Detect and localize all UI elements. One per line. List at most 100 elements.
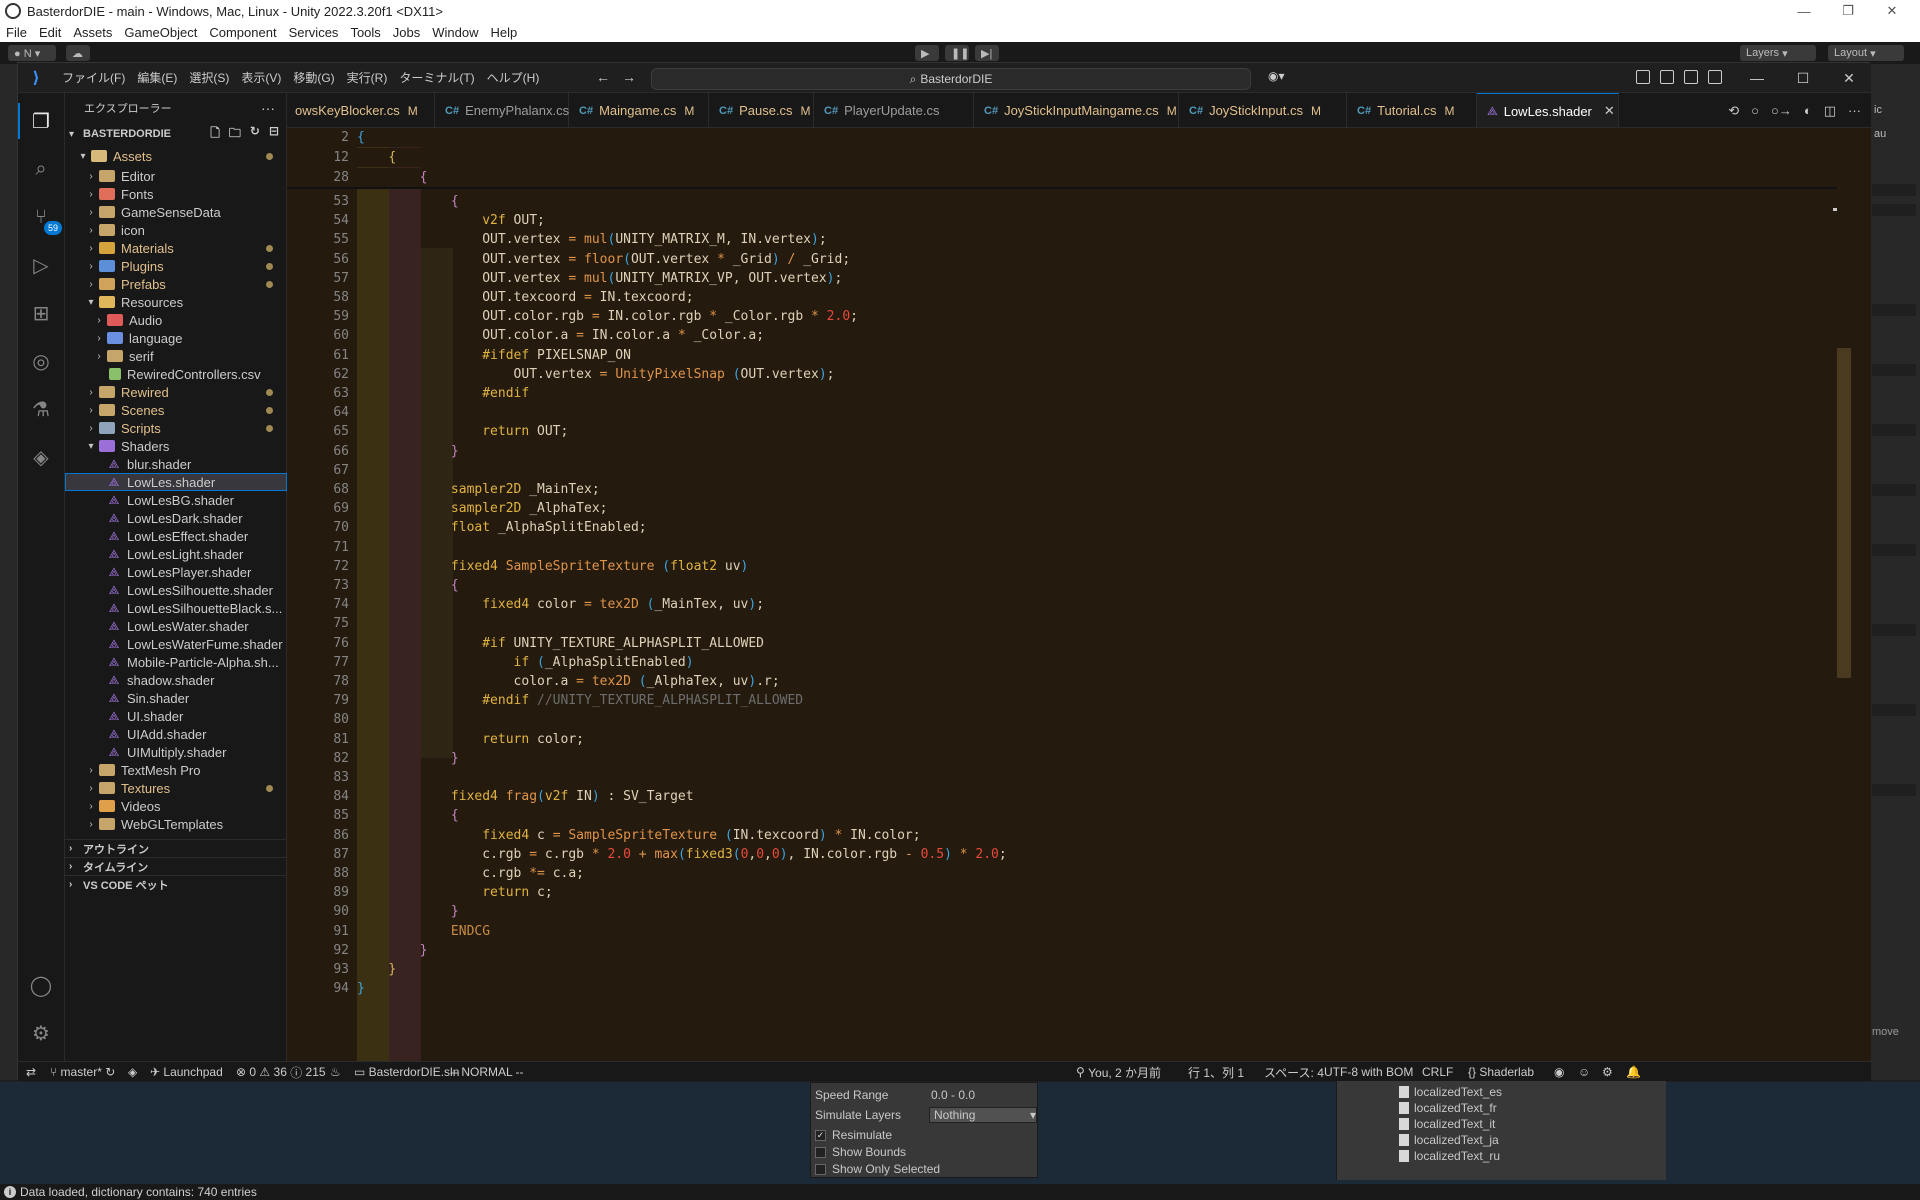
back-arrow-icon[interactable]: ← <box>596 69 610 85</box>
toggle-secondary-sidebar-icon[interactable] <box>1708 70 1722 84</box>
editor-tab[interactable]: C# JoyStickInput.cs M <box>1179 93 1347 127</box>
tree-item[interactable]: › Textures <box>65 779 287 797</box>
copilot-status-icon[interactable]: ◉ <box>1554 1062 1564 1082</box>
editor-tab[interactable]: ⟁ LowLes.shader ✕ <box>1477 93 1619 127</box>
toggle-primary-sidebar-icon[interactable] <box>1660 70 1674 84</box>
inspector-field[interactable] <box>1872 624 1916 636</box>
tree-item[interactable]: › TextMesh Pro <box>65 761 287 779</box>
layout-customize-icon[interactable] <box>1636 70 1650 84</box>
close-icon[interactable]: ✕ <box>1604 103 1615 119</box>
tree-item[interactable]: ⟁ LowLesWaterFume.shader <box>65 635 287 653</box>
extensions-icon[interactable]: ⊞ <box>29 301 53 325</box>
vscode-menu-item[interactable]: ヘルプ(H) <box>481 69 546 86</box>
tree-item[interactable]: ⟁ UIMultiply.shader <box>65 743 287 761</box>
unity-cloud-icon[interactable]: ☁ <box>66 45 90 61</box>
indentation[interactable]: スペース: 4 <box>1264 1062 1324 1082</box>
show-bounds-checkbox[interactable] <box>815 1146 826 1158</box>
inspector-field[interactable] <box>1872 304 1916 316</box>
unity-close-icon[interactable]: ✕ <box>1870 0 1914 22</box>
command-center-search[interactable]: ⌕ BasterdorDIE <box>651 68 1251 90</box>
editor-tab[interactable]: C# Maingame.cs M <box>569 93 709 127</box>
vscode-menu-item[interactable]: 実行(R) <box>341 69 394 86</box>
remote-explorer-icon[interactable]: ◎ <box>29 349 53 373</box>
code-editor[interactable]: 52 v2f vert(appdata_t IN)53 {54 v2f OUT;… <box>287 128 1871 1061</box>
unity-maximize-icon[interactable]: ❐ <box>1826 0 1870 22</box>
git-lens-icon[interactable]: ◐ <box>1804 103 1812 118</box>
tree-folder-assets[interactable]: ▾ Assets <box>65 145 287 167</box>
line-ending[interactable]: CRLF <box>1422 1062 1453 1082</box>
explorer-icon[interactable]: ❐ <box>29 109 53 133</box>
testing-icon[interactable]: ⚗ <box>29 397 53 421</box>
editor-tab[interactable]: owsKeyBlocker.cs M <box>287 93 435 127</box>
file-list-item[interactable]: localizedText_ru <box>1399 1148 1500 1163</box>
simulate-layers-dropdown[interactable]: Nothing ▾ <box>929 1107 1037 1123</box>
vscode-maximize-icon[interactable]: ☐ <box>1780 63 1826 93</box>
tree-item[interactable]: › serif <box>65 347 287 365</box>
layers-dropdown[interactable]: Layers ▾ <box>1740 45 1816 61</box>
sticky-scroll-line[interactable]: 12 { <box>287 148 1837 167</box>
tree-item[interactable]: › Scenes <box>65 401 287 419</box>
vscode-menu-item[interactable]: 編集(E) <box>131 69 183 86</box>
unity-menu-item[interactable]: Jobs <box>387 25 426 40</box>
tree-item[interactable]: ⟁ LowLesSilhouette.shader <box>65 581 287 599</box>
inspector-field[interactable] <box>1872 544 1916 556</box>
solution-item[interactable]: ▭ BasterdorDIE.sln <box>354 1062 459 1082</box>
new-folder-icon[interactable]: 🗀 <box>229 124 241 145</box>
tree-item[interactable]: › Scripts <box>65 419 287 437</box>
tree-item[interactable]: ▾ Resources <box>65 293 287 311</box>
unity-status-message[interactable]: Data loaded, dictionary contains: 740 en… <box>20 1185 257 1199</box>
tree-item[interactable]: ⟁ LowLes.shader <box>65 473 287 491</box>
language-mode[interactable]: {} Shaderlab <box>1468 1062 1534 1082</box>
unity-menu-item[interactable]: File <box>0 25 33 40</box>
unity-menu-item[interactable]: Component <box>203 25 282 40</box>
more-actions-icon[interactable]: ··· <box>1848 103 1861 118</box>
tree-item[interactable]: ⟁ shadow.shader <box>65 671 287 689</box>
tree-item[interactable]: › Rewired <box>65 383 287 401</box>
account-icon[interactable]: ◯ <box>29 973 53 997</box>
unity-minimize-icon[interactable]: — <box>1782 0 1826 22</box>
search-icon[interactable]: ⌕ <box>29 157 53 181</box>
file-list-item[interactable]: localizedText_it <box>1399 1116 1495 1131</box>
tree-item[interactable]: ▾ Shaders <box>65 437 287 455</box>
split-editor-icon[interactable]: ◫ <box>1824 103 1836 119</box>
tree-item[interactable]: ⟁ blur.shader <box>65 455 287 473</box>
tree-item[interactable]: ⟁ LowLesEffect.shader <box>65 527 287 545</box>
project-header[interactable]: ▾ BASTERDORDIE 🗋 🗀 ↻ ⊟ <box>65 123 287 145</box>
sidebar-section[interactable]: › VS CODE ペット <box>65 875 287 893</box>
tree-item[interactable]: ⟁ LowLesWater.shader <box>65 617 287 635</box>
problems-item[interactable]: ⊗ 0 ⚠ 36 ⓘ 215 <box>236 1062 326 1082</box>
vscode-menu-item[interactable]: 表示(V) <box>235 69 287 86</box>
tree-item[interactable]: › Plugins <box>65 257 287 275</box>
unity-menu-item[interactable]: Services <box>283 25 345 40</box>
file-list-item[interactable]: localizedText_ja <box>1399 1132 1499 1147</box>
tree-item[interactable]: › language <box>65 329 287 347</box>
tree-item[interactable]: › GameSenseData <box>65 203 287 221</box>
unity-menu-item[interactable]: Window <box>426 25 484 40</box>
unity-menu-item[interactable]: Assets <box>67 25 118 40</box>
vscode-menu-item[interactable]: ファイル(F) <box>56 69 131 86</box>
vscode-menu-item[interactable]: ターミナル(T) <box>393 69 480 86</box>
tree-item[interactable]: ⟁ Sin.shader <box>65 689 287 707</box>
tree-item[interactable]: ⟁ UIAdd.shader <box>65 725 287 743</box>
settings-status-icon[interactable]: ⚙ <box>1602 1062 1613 1082</box>
inspector-field[interactable] <box>1872 704 1916 716</box>
new-file-icon[interactable]: 🗋 <box>210 124 220 145</box>
copilot-icon[interactable]: ◉▾ <box>1268 69 1285 83</box>
editor-tab[interactable]: C# EnemyPhalanx.cs <box>435 93 569 127</box>
sidebar-section[interactable]: › タイムライン <box>65 857 287 875</box>
unity-menu-item[interactable]: Help <box>485 25 524 40</box>
collapse-all-icon[interactable]: ⊟ <box>269 124 279 145</box>
blame-item[interactable]: ⚲ You, 2 か月前 <box>1076 1062 1161 1082</box>
sidebar-section[interactable]: › アウトライン <box>65 839 287 857</box>
editor-tab[interactable]: C# JoyStickInputMaingame.cs M <box>974 93 1179 127</box>
branch-item[interactable]: ⑂ master* ↻ <box>50 1062 115 1082</box>
tree-item[interactable]: ⟁ LowLesPlayer.shader <box>65 563 287 581</box>
vscode-minimize-icon[interactable]: — <box>1734 63 1780 93</box>
vscode-menu-item[interactable]: 移動(G) <box>287 69 340 86</box>
feedback-icon[interactable]: ☺ <box>1578 1062 1590 1082</box>
scrollbar-thumb[interactable] <box>1837 348 1851 678</box>
tree-item[interactable]: RewiredControllers.csv <box>65 365 287 383</box>
cursor-position[interactable]: 行 1、列 1 <box>1188 1062 1244 1082</box>
encoding[interactable]: UTF-8 with BOM <box>1324 1062 1413 1082</box>
tree-item[interactable]: › Videos <box>65 797 287 815</box>
